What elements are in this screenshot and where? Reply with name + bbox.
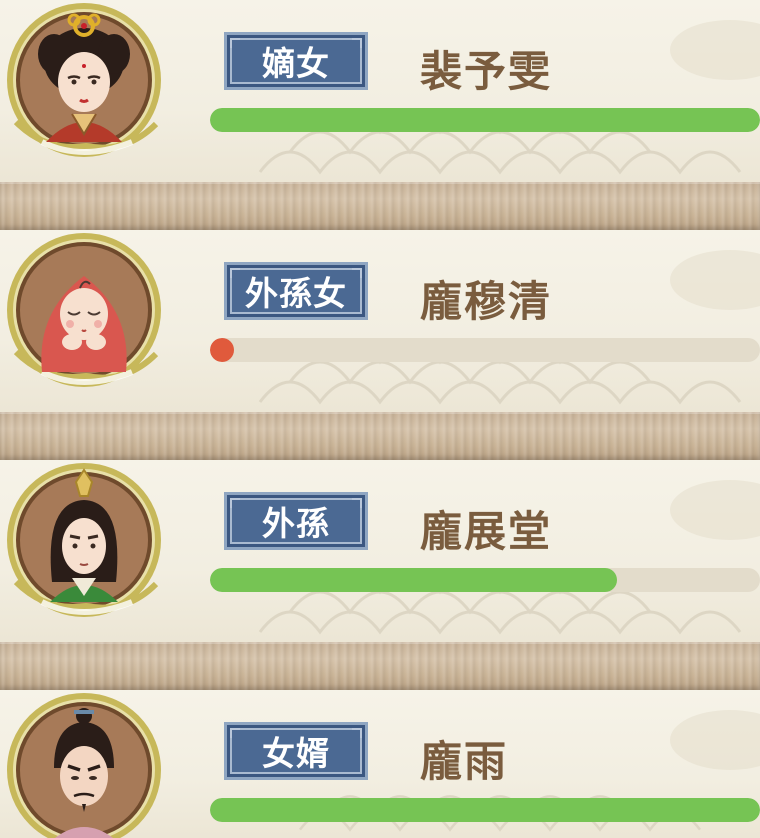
affinity-bar bbox=[210, 568, 760, 592]
affinity-bar-fill bbox=[210, 338, 234, 362]
relative-card[interactable]: 外孫 龐展堂 bbox=[0, 460, 760, 642]
wood-divider bbox=[0, 412, 760, 460]
relation-label: 女婿 bbox=[262, 734, 330, 773]
relative-name: 龐穆清 bbox=[420, 277, 553, 326]
relation-badge: 嫡女 bbox=[224, 32, 368, 90]
affinity-bar-fill bbox=[210, 108, 760, 132]
relation-label: 外孫 bbox=[262, 504, 330, 543]
sleeping-baby-portrait-icon[interactable] bbox=[2, 232, 168, 392]
relative-card[interactable]: 嫡女 裴予雯 bbox=[0, 0, 760, 182]
relation-badge: 外孫 bbox=[224, 492, 368, 550]
affinity-bar-fill bbox=[210, 568, 617, 592]
noble-lady-portrait-icon[interactable] bbox=[2, 2, 168, 162]
wood-divider bbox=[0, 182, 760, 230]
relative-name: 龐雨 bbox=[420, 737, 509, 786]
wood-divider bbox=[0, 642, 760, 690]
relative-card[interactable]: 外孫女 龐穆清 bbox=[0, 230, 760, 412]
young-man-portrait-icon[interactable] bbox=[2, 462, 168, 622]
relation-label: 嫡女 bbox=[262, 44, 330, 83]
relative-name: 裴予雯 bbox=[420, 47, 553, 96]
relation-badge: 女婿 bbox=[224, 722, 368, 780]
relatives-list: 嫡女 裴予雯 外孫女 龐穆清 外孫 龐展堂 女婿 龐雨 bbox=[0, 0, 760, 838]
relative-name: 龐展堂 bbox=[420, 507, 553, 556]
affinity-bar bbox=[210, 798, 760, 822]
affinity-bar bbox=[210, 338, 760, 362]
affinity-bar-fill bbox=[210, 798, 760, 822]
bearded-man-portrait-icon[interactable] bbox=[2, 692, 168, 838]
affinity-bar bbox=[210, 108, 760, 132]
relative-card[interactable]: 女婿 龐雨 bbox=[0, 690, 760, 838]
relation-badge: 外孫女 bbox=[224, 262, 368, 320]
relation-label: 外孫女 bbox=[245, 274, 347, 313]
